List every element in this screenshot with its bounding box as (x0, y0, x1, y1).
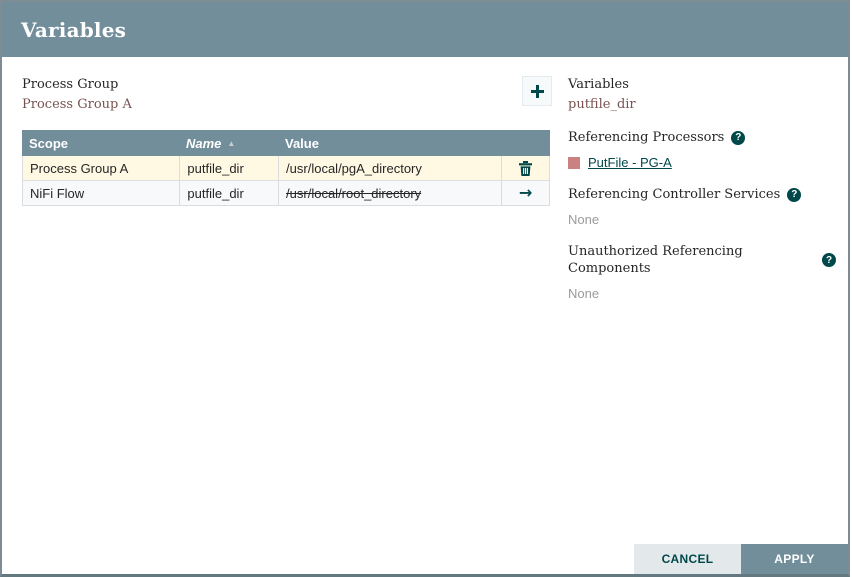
cell-actions: → (501, 181, 549, 205)
apply-button[interactable]: APPLY (741, 544, 848, 574)
sort-ascending-icon: ▲ (227, 139, 235, 148)
processor-state-swatch (568, 157, 580, 169)
cell-value-overridden: /usr/local/root_directory (278, 181, 501, 205)
table-body: Process Group A putfile_dir /usr/local/p… (22, 156, 550, 206)
column-header-value[interactable]: Value (278, 136, 502, 151)
unauthorized-referencing-components-section: Unauthorized Referencing Components ? No… (568, 243, 836, 301)
dialog-title: Variables (21, 18, 126, 42)
referencing-processor-link[interactable]: PutFile - PG-A (588, 155, 672, 170)
table-row-process-group-a[interactable]: Process Group A putfile_dir /usr/local/p… (23, 156, 549, 181)
column-header-name[interactable]: Name ▲ (179, 136, 278, 151)
right-arrow-icon: → (519, 185, 532, 201)
process-group-block: Process Group Process Group A (22, 76, 132, 113)
dialog-header: Variables (2, 2, 848, 57)
cell-value: /usr/local/pgA_directory (278, 156, 501, 180)
referencing-processor-item: PutFile - PG-A (568, 155, 836, 170)
cancel-button[interactable]: CANCEL (634, 544, 741, 574)
question-circle-icon[interactable]: ? (822, 253, 836, 267)
selected-variable-block: Variables putfile_dir (568, 76, 836, 113)
question-circle-icon[interactable]: ? (787, 188, 801, 202)
cell-scope: NiFi Flow (23, 181, 179, 205)
variables-table: Scope Name ▲ Value Process Group A putfi… (22, 130, 550, 206)
variables-label: Variables (568, 76, 836, 93)
delete-variable-button[interactable] (502, 156, 549, 180)
cell-actions (501, 156, 549, 180)
process-group-value: Process Group A (22, 96, 132, 113)
process-group-label: Process Group (22, 76, 132, 93)
unauthorized-referencing-components-label: Unauthorized Referencing Components (568, 243, 815, 277)
plus-icon (530, 84, 545, 99)
cell-name: putfile_dir (179, 181, 278, 205)
referencing-controller-services-label: Referencing Controller Services (568, 186, 780, 203)
cell-scope: Process Group A (23, 156, 179, 180)
add-variable-button[interactable] (522, 76, 552, 106)
question-circle-icon[interactable]: ? (731, 131, 745, 145)
controller-services-none-text: None (568, 212, 836, 227)
referencing-controller-services-section: Referencing Controller Services ? None (568, 186, 836, 227)
variable-details-panel: Variables putfile_dir Referencing Proces… (568, 76, 836, 301)
dialog-footer: CANCEL APPLY (634, 544, 848, 574)
table-row-nifi-flow[interactable]: NiFi Flow putfile_dir /usr/local/root_di… (23, 181, 549, 205)
variables-dialog: Variables Process Group Process Group A … (0, 0, 850, 577)
trash-icon (519, 161, 532, 176)
referencing-processors-section: Referencing Processors ? PutFile - PG-A (568, 129, 836, 170)
cell-name: putfile_dir (179, 156, 278, 180)
selected-variable-name: putfile_dir (568, 96, 836, 113)
column-header-scope[interactable]: Scope (22, 136, 179, 151)
unauthorized-components-none-text: None (568, 286, 836, 301)
goto-variable-button[interactable]: → (502, 181, 549, 205)
table-header-row: Scope Name ▲ Value (22, 130, 550, 156)
referencing-processors-label: Referencing Processors (568, 129, 724, 146)
